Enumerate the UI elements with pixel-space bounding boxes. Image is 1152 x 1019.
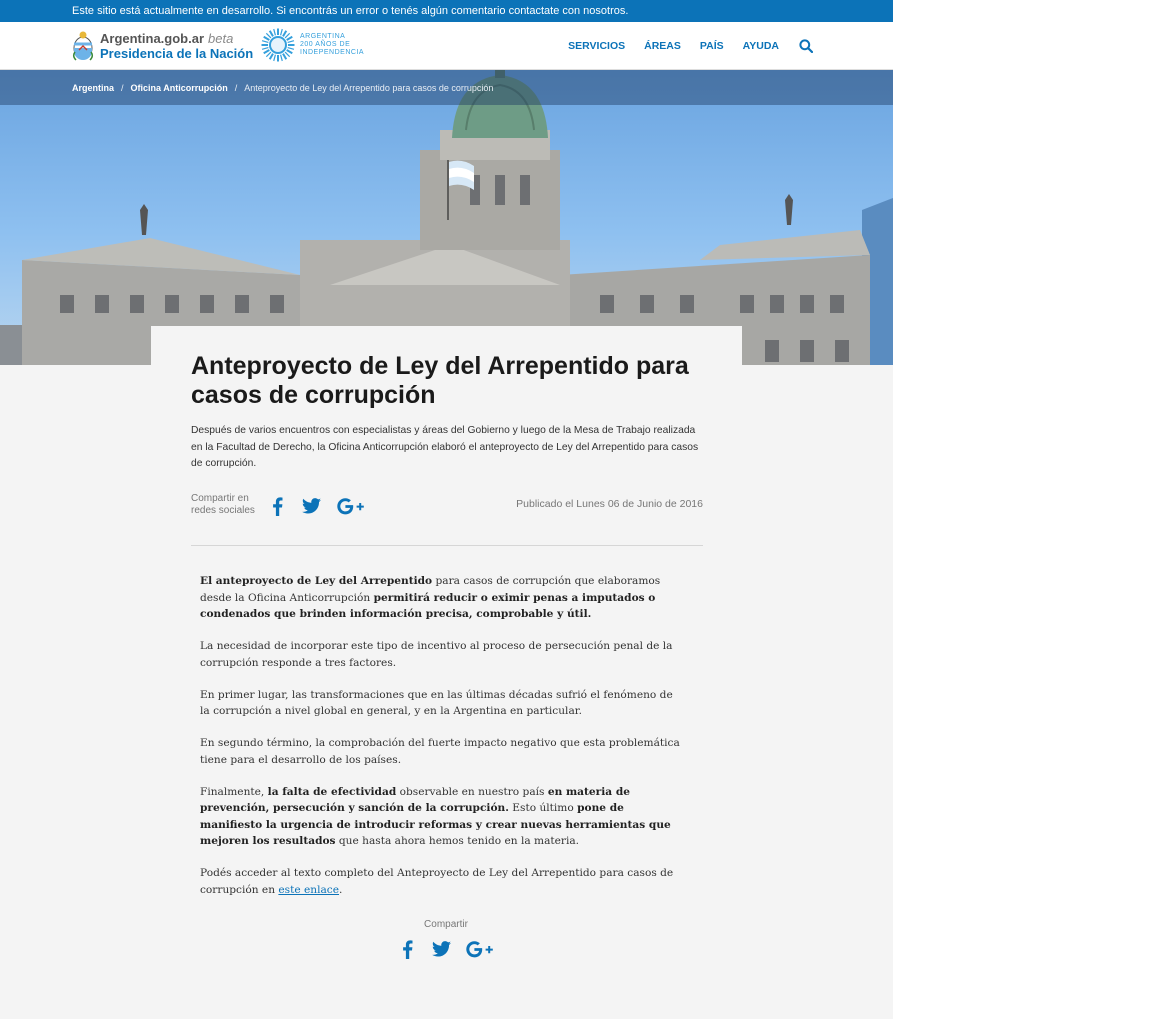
breadcrumb-link-argentina[interactable]: Argentina (72, 83, 114, 93)
sun-ray (268, 53, 274, 60)
sun-ray (284, 32, 291, 39)
sun-ray (273, 28, 276, 36)
coat-of-arms-icon (72, 31, 94, 61)
sun-ray (287, 47, 295, 50)
breadcrumb-separator: / (121, 82, 124, 93)
twitter-icon (301, 498, 321, 514)
sun-ray (287, 40, 295, 43)
main-nav: SERVICIOS ÁREAS PAÍS AYUDA (549, 22, 813, 70)
sun-ray (286, 35, 293, 41)
paragraph-2: La necesidad de incorporar este tipo de … (200, 640, 673, 669)
bicentenario-line: 200 AÑOS DE (300, 41, 351, 48)
nav-servicios[interactable]: SERVICIOS (568, 40, 625, 52)
twitter-share-button[interactable] (301, 495, 321, 517)
google-plus-icon (336, 497, 364, 514)
logo-site-name: Argentina.gob.ar beta (100, 31, 253, 46)
sun-ray (261, 47, 269, 50)
nav-pais[interactable]: PAÍS (700, 40, 724, 52)
paragraph-5-text-1: Finalmente, (200, 785, 268, 798)
paragraph-5-bold-1: la falta de efectividad (267, 785, 397, 798)
page: Este sitio está actualmente en desarroll… (0, 0, 893, 1019)
paragraph-4: En segundo término, la comprobación del … (200, 737, 680, 766)
article-body: El anteproyecto de Ley del Arrepentido p… (200, 573, 680, 914)
bicentenario-line: INDEPENDENCIA (300, 49, 365, 56)
sun-ray (268, 30, 274, 37)
congress-building-image (0, 70, 893, 365)
twitter-share-button-bottom[interactable] (431, 938, 451, 960)
nav-ayuda[interactable]: AYUDA (743, 40, 779, 52)
paragraph-6: Podés acceder al texto completo del Ante… (200, 865, 680, 898)
sun-ray (286, 49, 293, 55)
article-card: Anteproyecto de Ley del Arrepentido para… (151, 326, 742, 1019)
breadcrumb-link-oficina[interactable]: Oficina Anticorrupción (131, 83, 228, 93)
sun-ray (263, 35, 270, 41)
paragraph-6-text-2: . (339, 883, 343, 896)
paragraph-5-text-3: Esto último (508, 802, 578, 814)
logo-org-name: Presidencia de la Nación (100, 46, 254, 61)
paragraph-3: En primer lugar, las transformaciones qu… (200, 688, 673, 718)
facebook-share-button-bottom[interactable] (399, 938, 415, 960)
sun-ray (265, 32, 272, 39)
share-label: Compartir en redes sociales (191, 493, 255, 516)
share-row: Compartir en redes sociales Publicado el… (191, 493, 703, 521)
sun-ray (282, 30, 288, 37)
facebook-icon (272, 496, 282, 516)
dev-banner[interactable]: Este sitio está actualmente en desarroll… (0, 0, 893, 22)
sun-ray (280, 54, 283, 62)
full-text-link[interactable]: este enlace (278, 884, 339, 896)
breadcrumb: Argentina / Oficina Anticorrupción / Ant… (0, 70, 893, 105)
hero-image: Argentina / Oficina Anticorrupción / Ant… (0, 70, 893, 365)
bicentenario-text: ARGENTINA 200 AÑOS DE INDEPENDENCIA (300, 33, 364, 57)
breadcrumb-separator: / (234, 82, 238, 93)
paragraph-5: Finalmente, la falta de efectividad obse… (200, 784, 680, 850)
search-icon[interactable] (799, 39, 813, 53)
paragraph-5-text-2: observable en nuestro país (396, 785, 548, 798)
breadcrumb-current: Anteproyecto de Ley del Arrepentido para… (244, 82, 494, 93)
twitter-icon (431, 941, 451, 957)
bicentenario-logo: ARGENTINA 200 AÑOS DE INDEPENDENCIA (261, 28, 364, 62)
google-plus-share-button-bottom[interactable] (465, 938, 493, 960)
site-logo[interactable]: Argentina.gob.ar beta Presidencia de la N… (72, 28, 253, 64)
google-plus-icon (465, 940, 493, 957)
article-lead: Después de varios encuentros con especia… (191, 425, 699, 469)
facebook-share-button[interactable] (269, 495, 285, 517)
facebook-icon (402, 939, 412, 959)
beta-badge: beta (208, 31, 234, 46)
sun-icon (261, 28, 295, 62)
logo-site-label: Argentina.gob.ar (100, 31, 205, 46)
site-header: Argentina.gob.ar beta Presidencia de la N… (0, 22, 893, 70)
page-title: Anteproyecto de Ley del Arrepentido para… (191, 352, 689, 409)
paragraph-1: El anteproyecto de Ley del Arrepentido p… (200, 573, 680, 623)
bicentenario-line: ARGENTINA (300, 33, 346, 40)
bottom-share: Compartir (389, 919, 503, 960)
paragraph-6-text-1: Podés acceder al texto completo del Ante… (200, 867, 674, 896)
google-plus-share-button[interactable] (336, 495, 364, 517)
sun-ray (284, 51, 291, 58)
paragraph-5-text-4: que hasta ahora hemos tenido en la mater… (335, 835, 580, 847)
nav-areas[interactable]: ÁREAS (644, 40, 681, 52)
paragraph-1-bold-1: El anteproyecto de Ley del Arrepentido (200, 575, 433, 587)
bottom-share-icons (389, 938, 503, 960)
logo-text: Argentina.gob.ar beta Presidencia de la N… (100, 31, 253, 61)
sun-ray (273, 54, 276, 62)
sun-ray (280, 28, 283, 36)
bottom-share-label: Compartir (424, 919, 468, 930)
sun-ray (263, 49, 270, 55)
divider (191, 545, 703, 546)
sun-ray (265, 51, 272, 58)
sun-ray (261, 40, 269, 43)
dev-banner-text[interactable]: Este sitio está actualmente en desarroll… (72, 5, 628, 17)
sun-ray (282, 53, 288, 60)
published-date: Publicado el Lunes 06 de Junio de 2016 (516, 498, 703, 510)
